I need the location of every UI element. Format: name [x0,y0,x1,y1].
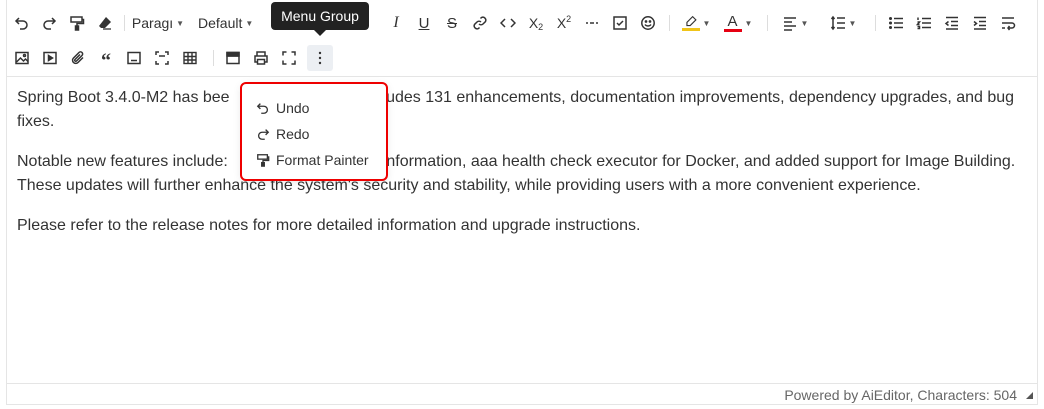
indent-icon[interactable] [969,10,991,36]
underline-icon[interactable]: U [413,10,435,36]
menu-item-label: Undo [276,100,310,116]
divider [669,15,670,31]
menu-group-tooltip: Menu Group [271,2,369,36]
superscript-icon[interactable]: X2 [553,10,575,36]
more-vertical-icon [318,51,322,65]
character-count: Powered by AiEditor, Characters: 504 [784,387,1017,403]
format-painter-icon [257,154,270,167]
divider [875,15,876,31]
table-icon[interactable] [179,45,201,71]
menu-item-label: Redo [276,126,310,142]
chevron-down-icon: ▼ [702,18,711,28]
chevron-down-icon: ▼ [245,18,254,28]
code-icon[interactable] [497,10,519,36]
more-menu-button[interactable] [307,45,333,71]
bullet-list-icon[interactable] [885,10,907,36]
outdent-icon[interactable] [941,10,963,36]
resize-handle-icon[interactable] [1026,392,1033,399]
highlight-color-button[interactable]: ▼ [679,10,713,36]
menu-item-format-painter[interactable]: Format Painter [256,149,369,171]
chevron-down-icon: ▼ [800,18,809,28]
menu-item-redo[interactable]: Redo [256,123,309,145]
editor: Paragı ▼ Default ▼ I U S X2 X2 ▼ A ▼ ▼ ▼… [6,0,1038,405]
checkbox-icon[interactable] [609,10,631,36]
quote-icon[interactable]: “ [95,45,117,72]
image-icon[interactable] [11,45,33,71]
italic-icon[interactable]: I [385,10,407,36]
strikethrough-icon[interactable]: S [441,10,463,36]
paragraph[interactable]: Spring Boot 3.4.0-M2 has bee rsion inclu… [17,86,1017,134]
source-code-icon[interactable] [222,45,244,71]
highlight-color-swatch [681,28,700,31]
divider [767,15,768,31]
align-button[interactable]: ▼ [777,10,813,36]
print-icon[interactable] [250,45,272,71]
font-family-select-label: Default [198,15,243,31]
line-height-button[interactable]: ▼ [823,10,863,36]
chevron-down-icon: ▼ [744,18,753,28]
toolbar: Paragı ▼ Default ▼ I U S X2 X2 ▼ A ▼ ▼ ▼… [7,0,1037,77]
chevron-down-icon: ▼ [176,18,185,28]
subscript-icon[interactable]: X2 [525,10,547,36]
font-color-button[interactable]: A ▼ [721,10,755,36]
paragraph-select[interactable]: Paragı ▼ [130,10,186,36]
video-icon[interactable] [39,45,61,71]
align-left-icon [783,17,796,31]
divider [124,15,125,31]
menu-item-label: Format Painter [276,152,369,168]
format-painter-icon[interactable] [66,10,88,36]
attachment-icon[interactable] [67,45,89,71]
menu-item-undo[interactable]: Undo [256,97,309,119]
eraser-icon[interactable] [94,10,116,36]
ordered-list-icon[interactable] [913,10,935,36]
horizontal-rule-icon[interactable] [581,10,603,36]
undo-icon [256,103,269,114]
container-icon[interactable] [151,45,173,71]
paragraph[interactable]: Notable new features include: for SSL in… [17,150,1017,198]
paragraph[interactable]: Please refer to the release notes for mo… [17,214,1017,238]
line-height-icon [830,15,845,31]
editor-content[interactable]: Spring Boot 3.4.0-M2 has bee rsion inclu… [17,86,1017,254]
font-color-icon: A [723,14,742,32]
paragraph-select-label: Paragı [131,15,174,31]
link-icon[interactable] [469,10,491,36]
font-family-select[interactable]: Default ▼ [198,10,270,36]
fullscreen-icon[interactable] [278,45,300,71]
highlight-pen-icon [681,15,700,31]
chevron-down-icon: ▼ [848,18,857,28]
tooltip-label: Menu Group [281,8,359,24]
divider [213,50,214,66]
code-block-icon[interactable] [123,45,145,71]
font-color-swatch [723,28,742,32]
text-wrap-icon[interactable] [997,10,1019,36]
redo-icon [257,129,270,140]
more-dropdown-menu: Undo Redo Format Painter [240,82,388,181]
status-bar: Powered by AiEditor, Characters: 504 [7,383,1037,405]
emoji-icon[interactable] [637,10,659,36]
redo-icon[interactable] [38,10,60,36]
undo-icon[interactable] [11,10,33,36]
